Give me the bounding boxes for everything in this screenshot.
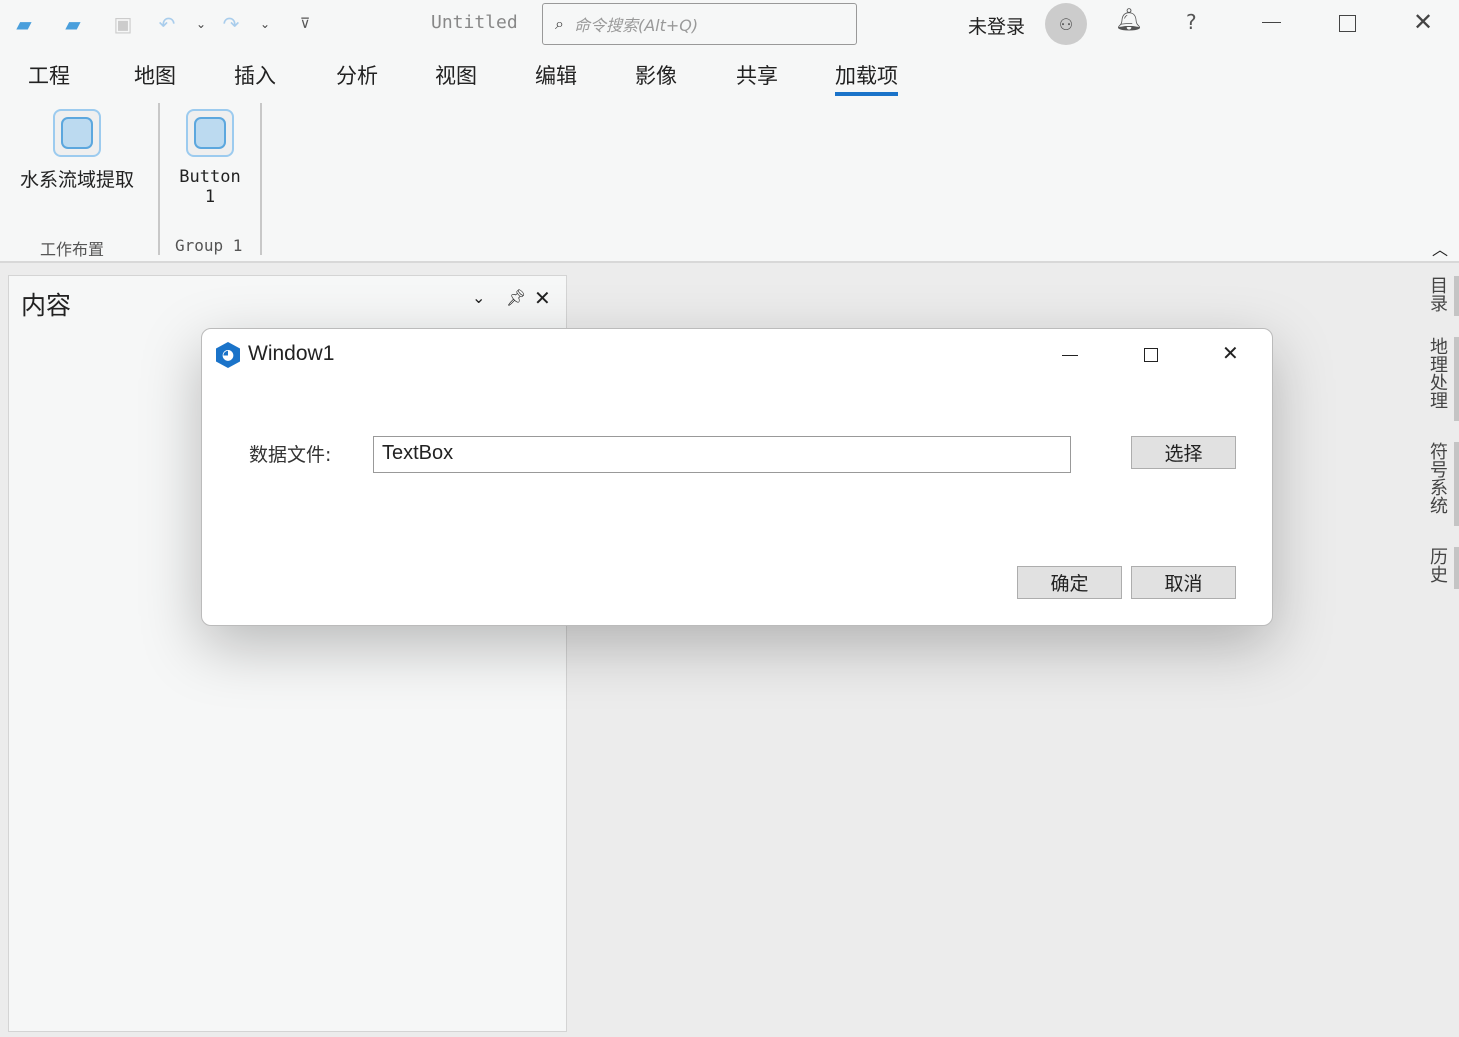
data-file-input[interactable]: TextBox [373,436,1071,473]
save-icon[interactable]: ▣ [108,10,138,38]
dialog-window1: ◕ Window1 ✕ 数据文件: TextBox 选择 确定 取消 [201,328,1273,626]
button-1[interactable]: Button 1 [172,109,248,207]
side-tab-symbology[interactable]: 符号系统 [1424,442,1459,526]
redo-dropdown-icon[interactable]: ⌄ [250,10,280,38]
button-label-line2: 1 [204,187,216,207]
open-project-icon[interactable]: ▰ [58,10,88,38]
dialog-title: Window1 [248,342,335,365]
button-label: Button [179,167,241,187]
tab-project[interactable]: 工程 [28,60,70,90]
command-search-input[interactable]: ⌕ 命令搜索(Alt+Q) [542,3,857,45]
tab-imagery[interactable]: 影像 [635,60,677,90]
pin-icon[interactable]: 📌︎ [506,288,526,307]
search-placeholder: 命令搜索(Alt+Q) [573,16,699,35]
tab-share[interactable]: 共享 [736,60,778,90]
app-logo-icon: ◕ [216,342,240,368]
group-label: 工作布置 [40,240,105,259]
pane-options-icon[interactable]: ⌄ [472,288,485,307]
notification-bell-icon[interactable]: 🔔︎ [1115,8,1143,33]
tab-addins[interactable]: 加载项 [835,60,898,96]
app-title: Untitled [431,12,518,33]
tab-insert[interactable]: 插入 [234,60,276,90]
help-button[interactable]: ? [1186,10,1197,34]
minimize-icon[interactable] [1262,22,1281,23]
maximize-icon[interactable] [1339,15,1356,32]
tab-view[interactable]: 视图 [435,60,477,90]
pane-title: 内容 [21,291,72,320]
search-icon: ⌕ [555,14,564,33]
side-tab-history[interactable]: 历史 [1424,547,1459,589]
tab-edit[interactable]: 编辑 [535,60,577,90]
addin-button-icon [186,109,234,157]
button-label: 水系流域提取 [19,169,134,191]
dialog-maximize-icon[interactable] [1144,348,1158,362]
group-divider [158,103,160,255]
new-project-icon[interactable]: ▰ [9,10,39,38]
ok-button[interactable]: 确定 [1017,566,1122,599]
sign-in-status[interactable]: 未登录 [968,12,1025,39]
pane-close-icon[interactable]: ✕ [534,286,551,310]
collapse-ribbon-icon[interactable]: ︿ [1432,236,1448,260]
group-label: Group 1 [175,236,243,255]
browse-button[interactable]: 选择 [1131,436,1236,469]
data-file-label: 数据文件: [249,444,332,466]
side-tab-geoprocessing[interactable]: 地理处理 [1424,337,1459,421]
avatar[interactable]: ⚇ [1045,3,1087,45]
tab-analysis[interactable]: 分析 [336,60,378,90]
undo-dropdown-icon[interactable]: ⌄ [186,10,216,38]
addin-button-icon [53,109,101,157]
watershed-extract-button[interactable]: 水系流域提取 [12,109,142,192]
undo-icon[interactable]: ↶ [152,10,182,38]
ribbon-area: ▰ ▰ ▣ ↶ ⌄ ↷ ⌄ ⊽ Untitled ⌕ 命令搜索(Alt+Q) 未登… [0,0,1459,263]
cancel-button[interactable]: 取消 [1131,566,1236,599]
close-icon[interactable]: ✕ [1413,8,1433,36]
customize-toolbar-icon[interactable]: ⊽ [290,10,320,38]
redo-icon[interactable]: ↷ [216,10,246,38]
side-tab-catalog[interactable]: 目录 [1424,276,1459,316]
group-divider [260,103,262,255]
dialog-minimize-icon[interactable] [1062,355,1078,356]
tab-map[interactable]: 地图 [134,60,176,90]
dialog-close-icon[interactable]: ✕ [1222,341,1239,365]
